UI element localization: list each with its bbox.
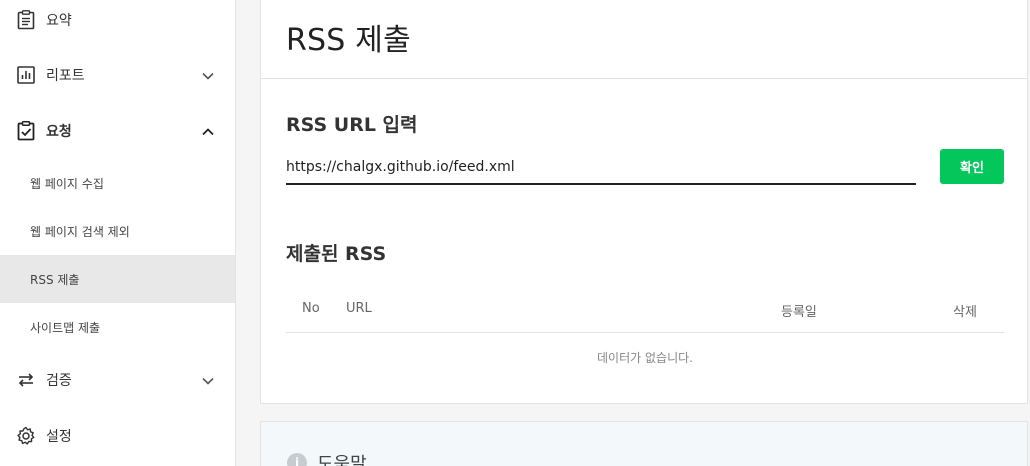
column-header-delete: 삭제 xyxy=(953,305,977,320)
rss-url-section-title: RSS URL 입력 xyxy=(286,114,418,136)
sidebar-item-settings[interactable]: 설정 xyxy=(0,416,235,456)
sidebar-item-label: 검증 xyxy=(46,373,72,389)
page-title: RSS 제출 xyxy=(286,23,411,58)
info-icon: i xyxy=(287,453,307,466)
sidebar-item-label: 요청 xyxy=(46,124,72,140)
column-header-no: No xyxy=(302,301,320,316)
chevron-down-icon xyxy=(201,373,215,387)
chevron-down-icon xyxy=(201,68,215,82)
sidebar-item-requests[interactable]: 요청 xyxy=(0,111,235,151)
chevron-up-icon xyxy=(201,124,215,138)
card-header: RSS 제출 xyxy=(261,0,1027,79)
table-empty-row: 데이터가 없습니다. xyxy=(286,333,1004,383)
submitted-rss-table: No URL 등록일 삭제 데이터가 없습니다. xyxy=(286,286,1004,383)
help-card: i 도움말 xyxy=(260,421,1028,466)
sidebar-item-verify[interactable]: 검증 xyxy=(0,360,235,400)
sidebar-subitem-exclude[interactable]: 웹 페이지 검색 제외 xyxy=(0,207,235,255)
help-title: 도움말 xyxy=(317,454,367,466)
column-header-date: 등록일 xyxy=(781,305,817,320)
empty-message: 데이터가 없습니다. xyxy=(597,351,693,365)
bar-chart-icon xyxy=(16,65,36,85)
sidebar-item-label: 설정 xyxy=(46,429,72,445)
sidebar-subitem-label: 웹 페이지 검색 제외 xyxy=(30,224,130,239)
sidebar-item-label: 리포트 xyxy=(46,68,85,84)
sidebar-subitem-label: 웹 페이지 수집 xyxy=(30,176,104,191)
rss-url-input[interactable] xyxy=(286,151,916,185)
sidebar-subitem-rss[interactable]: RSS 제출 xyxy=(0,255,235,303)
sidebar-subitem-label: RSS 제출 xyxy=(30,272,80,287)
sidebar-item-label: 요약 xyxy=(46,13,72,29)
sidebar-subitem-label: 사이트맵 제출 xyxy=(30,320,101,335)
clipboard-check-icon xyxy=(16,121,36,141)
swap-arrows-icon xyxy=(16,370,36,390)
submitted-rss-title: 제출된 RSS xyxy=(286,243,387,265)
rss-submit-card: RSS 제출 RSS URL 입력 확인 제출된 RSS No URL 등록일 … xyxy=(260,0,1028,404)
sidebar-item-summary[interactable]: 요약 xyxy=(0,0,235,40)
sidebar-subitem-sitemap[interactable]: 사이트맵 제출 xyxy=(0,303,235,351)
sidebar-subitem-crawl[interactable]: 웹 페이지 수집 xyxy=(0,159,235,207)
clipboard-icon xyxy=(16,10,36,30)
table-header: No URL 등록일 삭제 xyxy=(286,286,1004,333)
column-header-url: URL xyxy=(346,301,372,316)
sidebar-item-reports[interactable]: 리포트 xyxy=(0,55,235,95)
sidebar: 요약 리포트 요청 웹 페이지 수집 웹 페이지 검색 제외 RSS 제출 사이… xyxy=(0,0,236,466)
confirm-button[interactable]: 확인 xyxy=(940,149,1004,184)
gear-icon xyxy=(16,426,36,446)
